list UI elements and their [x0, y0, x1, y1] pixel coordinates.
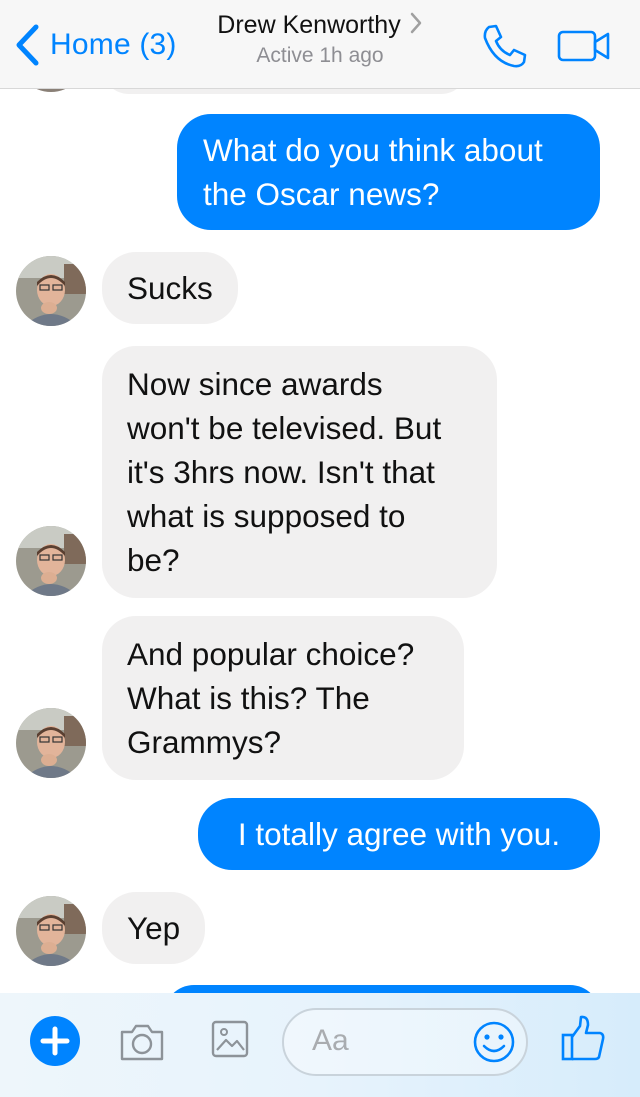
contact-info[interactable]: Drew Kenworthy Active 1h ago: [180, 10, 460, 68]
plus-icon: [40, 1026, 70, 1056]
like-button[interactable]: [560, 1013, 606, 1063]
thumbs-up-icon: [561, 1015, 605, 1061]
incoming-message-bubble[interactable]: Sucks: [102, 252, 238, 324]
camera-icon: [120, 1024, 164, 1061]
contact-name: Drew Kenworthy: [180, 10, 460, 40]
incoming-message-bubble[interactable]: Yep: [102, 892, 206, 964]
message-list[interactable]: What do you think about the Oscar news? …: [0, 0, 640, 1097]
contact-photo: [16, 526, 86, 596]
contact-name-text: Drew Kenworthy: [217, 11, 401, 39]
image-button[interactable]: [210, 1019, 250, 1059]
camera-button[interactable]: [118, 1021, 166, 1063]
add-button[interactable]: [30, 1016, 80, 1066]
outgoing-message-bubble[interactable]: I totally agree with you.: [198, 798, 600, 870]
contact-avatar[interactable]: [16, 708, 86, 778]
chevron-right-icon: [409, 10, 423, 40]
incoming-message-bubble[interactable]: And popular choice? What is this? The Gr…: [102, 616, 464, 780]
incoming-message-bubble[interactable]: Now since awards won't be televised. But…: [102, 346, 497, 598]
outgoing-message-bubble[interactable]: What do you think about the Oscar news?: [177, 114, 600, 230]
contact-avatar[interactable]: [16, 896, 86, 966]
emoji-button[interactable]: [472, 1020, 516, 1064]
phone-icon: [483, 24, 527, 68]
video-camera-icon: [557, 30, 610, 62]
contact-photo: [16, 896, 86, 966]
video-call-button[interactable]: [556, 28, 612, 64]
messenger-conversation: What do you think about the Oscar news? …: [0, 0, 640, 1097]
call-button[interactable]: [480, 22, 528, 70]
conversation-header: Home (3) Drew Kenworthy Active 1h ago: [0, 0, 640, 89]
message-composer: Aa: [0, 993, 640, 1097]
image-icon: [211, 1020, 249, 1058]
contact-photo: [16, 256, 86, 326]
message-input-placeholder: Aa: [312, 1024, 349, 1057]
smiley-icon: [473, 1021, 515, 1063]
back-button[interactable]: Home (3): [14, 22, 177, 68]
back-label: Home (3): [50, 28, 177, 61]
contact-avatar[interactable]: [16, 526, 86, 596]
contact-avatar[interactable]: [16, 256, 86, 326]
contact-photo: [16, 708, 86, 778]
chevron-left-icon: [14, 23, 40, 67]
contact-status: Active 1h ago: [256, 44, 384, 67]
message-input[interactable]: Aa: [282, 1008, 528, 1076]
